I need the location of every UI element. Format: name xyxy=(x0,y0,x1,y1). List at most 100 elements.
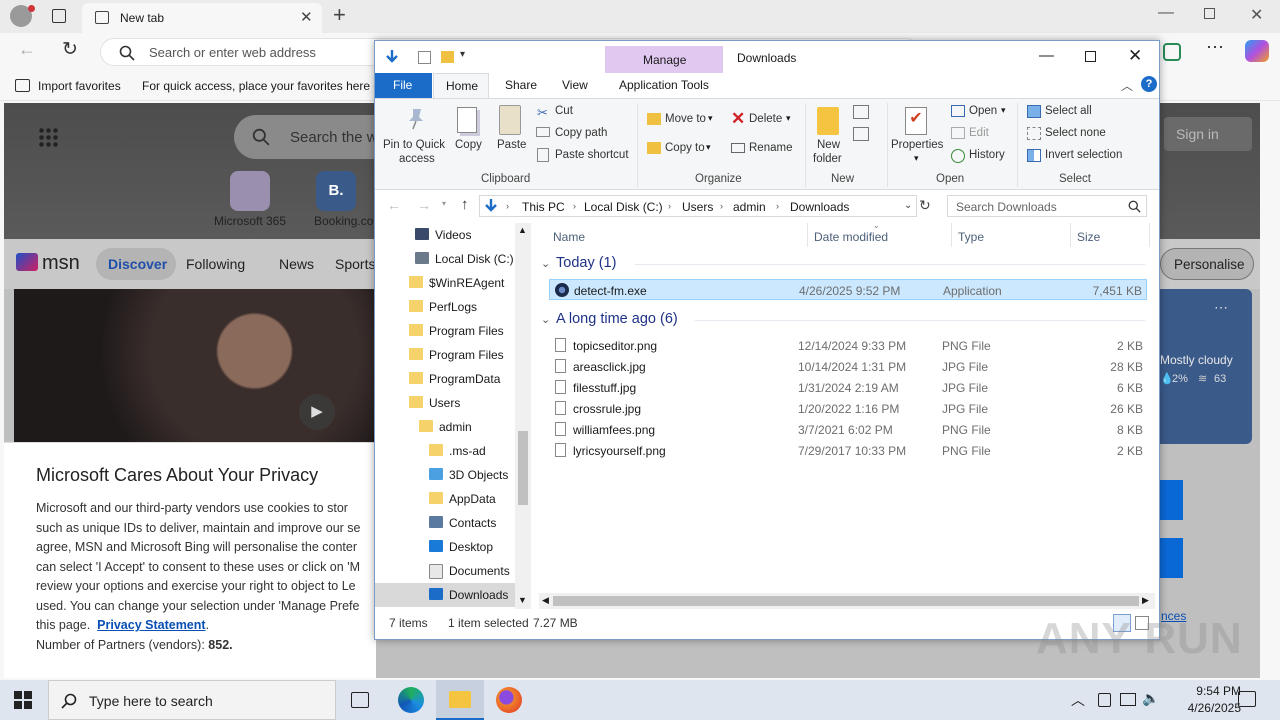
file-row[interactable]: topicseditor.png 12/14/2024 9:33 PM PNG Fi… xyxy=(549,335,1147,356)
taskbar-search[interactable]: Type here to search xyxy=(48,680,336,720)
manage-context-tab[interactable]: Manage xyxy=(605,46,723,73)
side-blue-button[interactable] xyxy=(1159,480,1183,520)
new-tab-button[interactable]: + xyxy=(333,2,346,28)
history-button[interactable]: History xyxy=(969,149,1005,161)
task-view-icon[interactable] xyxy=(351,692,369,708)
delete-button[interactable]: Delete xyxy=(749,113,782,125)
tab-home[interactable]: Home xyxy=(433,73,489,99)
nav-item[interactable]: ProgramData xyxy=(375,367,517,391)
minimize-icon[interactable]: — xyxy=(1158,4,1174,22)
breadcrumb-users[interactable]: Users xyxy=(682,200,713,214)
group-collapse-icon[interactable]: ⌄ xyxy=(541,313,550,326)
open-button[interactable]: Open xyxy=(969,105,997,117)
rename-button[interactable]: Rename xyxy=(749,142,792,154)
copy-path-button[interactable]: Copy path xyxy=(555,127,607,139)
personalise-button[interactable]: Personalise xyxy=(1160,248,1254,280)
nav-item[interactable]: Documents xyxy=(375,559,517,583)
help-icon[interactable]: ? xyxy=(1141,76,1157,92)
column-header-date[interactable]: Date modified xyxy=(814,230,888,244)
privacy-statement-link[interactable]: Privacy Statement xyxy=(97,618,205,632)
move-to-dropdown-icon[interactable]: ▾ xyxy=(708,113,713,124)
properties-button[interactable]: ✔ Properties ▾ xyxy=(889,103,945,169)
close-icon[interactable]: ✕ xyxy=(1128,46,1142,66)
customize-toolbar-icon[interactable]: ▾ xyxy=(460,49,465,60)
back-icon[interactable]: ← xyxy=(18,39,36,60)
minimize-icon[interactable]: — xyxy=(1039,47,1054,64)
copy-to-button[interactable]: Copy to xyxy=(665,142,705,154)
quick-access-download-icon[interactable] xyxy=(385,49,398,65)
breadcrumb-admin[interactable]: admin xyxy=(733,200,766,214)
paste-shortcut-button[interactable]: Paste shortcut xyxy=(555,149,629,161)
clock-date[interactable]: 4/26/2025 xyxy=(1171,701,1241,715)
nav-item[interactable]: AppData xyxy=(375,487,517,511)
file-row[interactable]: detect-fm.exe 4/26/2025 9:52 PM Applicatio… xyxy=(549,279,1147,300)
up-icon[interactable]: ↑ xyxy=(461,196,469,213)
file-row[interactable]: williamfees.png 3/7/2021 6:02 PM PNG File 8… xyxy=(549,419,1147,440)
side-blue-button[interactable] xyxy=(1159,538,1183,578)
nav-item[interactable]: Desktop xyxy=(375,535,517,559)
close-tab-icon[interactable]: ✕ xyxy=(300,8,313,26)
more-menu-icon[interactable]: ⋯ xyxy=(1206,37,1224,58)
new-folder-button[interactable]: New folder xyxy=(809,103,849,169)
network-tray-icon[interactable] xyxy=(1098,693,1111,707)
delete-dropdown-icon[interactable]: ▾ xyxy=(786,113,791,124)
group-header[interactable]: Today (1) xyxy=(556,255,616,271)
play-icon[interactable]: ▶ xyxy=(299,394,335,430)
new-folder-quick-icon[interactable] xyxy=(441,51,454,63)
nav-item[interactable]: admin xyxy=(375,415,517,439)
column-header-type[interactable]: Type xyxy=(958,230,984,244)
clock-time[interactable]: 9:54 PM xyxy=(1171,684,1241,698)
nav-item[interactable]: 3D Objects xyxy=(375,463,517,487)
tab-view[interactable]: View xyxy=(562,78,588,92)
edit-button[interactable]: Edit xyxy=(969,127,989,139)
refresh-icon[interactable]: ↻ xyxy=(62,38,78,61)
nav-item[interactable]: PerfLogs xyxy=(375,295,517,319)
properties-quick-icon[interactable] xyxy=(418,51,431,64)
open-dropdown-icon[interactable]: ▾ xyxy=(1001,105,1006,116)
breadcrumb-downloads[interactable]: Downloads xyxy=(790,200,849,214)
file-row[interactable]: areasclick.jpg 10/14/2024 1:31 PM JPG File… xyxy=(549,356,1147,377)
path-bar[interactable]: › This PC › Local Disk (C:) › Users › ad… xyxy=(479,195,917,217)
column-header-name[interactable]: Name xyxy=(553,230,585,244)
refresh-icon[interactable]: ↻ xyxy=(919,197,931,214)
select-none-button[interactable]: Select none xyxy=(1045,127,1106,139)
scroll-right-icon[interactable]: ▶ xyxy=(1142,595,1149,606)
weather-card[interactable]: ⋯ Mostly cloudy 💧 2% ≋ 63 xyxy=(1152,289,1252,444)
nav-item[interactable]: Downloads xyxy=(375,583,517,607)
start-button[interactable] xyxy=(14,691,32,709)
tab-new-tab[interactable]: New tab ✕ xyxy=(82,3,322,33)
nav-item[interactable]: Contacts xyxy=(375,511,517,535)
nav-item[interactable]: Program Files xyxy=(375,343,517,367)
properties-dropdown-icon[interactable]: ▾ xyxy=(914,153,919,164)
nav-news[interactable]: News xyxy=(279,256,314,272)
file-row[interactable]: filesstuff.jpg 1/31/2024 2:19 AM JPG File 6… xyxy=(549,377,1147,398)
nav-item[interactable]: .ms-ad xyxy=(375,439,517,463)
column-divider[interactable] xyxy=(1070,223,1071,247)
tab-file[interactable]: File xyxy=(375,73,432,98)
tab-share[interactable]: Share xyxy=(505,78,537,92)
nav-item[interactable]: Users xyxy=(375,391,517,415)
nav-item[interactable]: $WinREAgent xyxy=(375,271,517,295)
breadcrumb-local-disk[interactable]: Local Disk (C:) xyxy=(584,200,663,214)
news-hero-image[interactable]: ▶ xyxy=(14,289,384,444)
file-row[interactable]: crossrule.jpg 1/20/2022 1:16 PM JPG File 26… xyxy=(549,398,1147,419)
scroll-down-icon[interactable]: ▼ xyxy=(518,595,527,605)
import-favorites-link[interactable]: Import favorites xyxy=(38,79,121,93)
nav-item[interactable]: Videos xyxy=(375,223,517,247)
group-header[interactable]: A long time ago (6) xyxy=(556,311,678,327)
scroll-up-icon[interactable]: ▲ xyxy=(518,225,527,235)
new-item-icon[interactable] xyxy=(853,105,869,119)
ethernet-icon[interactable] xyxy=(1120,693,1136,706)
close-window-icon[interactable]: ✕ xyxy=(1250,5,1263,25)
cut-button[interactable]: Cut xyxy=(555,105,573,117)
maximize-icon[interactable] xyxy=(1085,51,1096,62)
horizontal-scrollbar[interactable]: ◀ ▶ xyxy=(539,593,1155,609)
weather-more-icon[interactable]: ⋯ xyxy=(1214,299,1228,316)
notifications-icon[interactable] xyxy=(1238,691,1256,707)
scroll-thumb[interactable] xyxy=(518,431,528,505)
nav-sports[interactable]: Sports xyxy=(335,256,375,272)
easy-access-icon[interactable] xyxy=(853,127,869,141)
scroll-thumb[interactable] xyxy=(553,596,1139,606)
copy-button[interactable]: Copy xyxy=(451,103,487,167)
collapse-ribbon-icon[interactable]: ︿ xyxy=(1121,77,1133,94)
